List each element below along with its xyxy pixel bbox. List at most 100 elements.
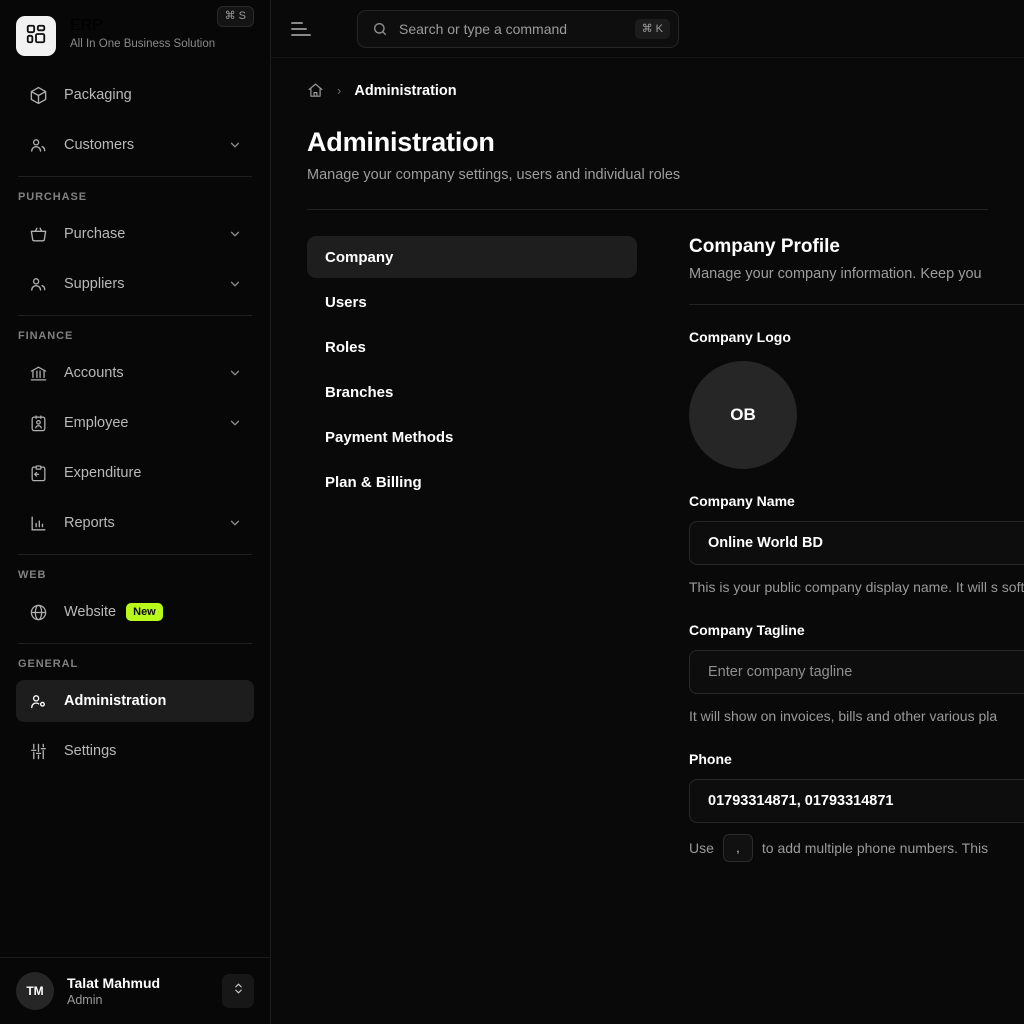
content-area: Company Users Roles Branches Payment Met… [271,210,1024,862]
sidebar-item-label: Suppliers [64,276,125,292]
grid-blocks-icon [25,23,47,50]
sidebar-item-accounts[interactable]: Accounts [16,352,254,394]
tab-branches[interactable]: Branches [307,371,637,413]
new-badge: New [126,603,163,621]
company-tagline-input[interactable] [708,664,1024,680]
panel-subtitle: Manage your company information. Keep yo… [689,266,982,282]
globe-icon [28,602,48,622]
sidebar-item-label: Packaging [64,87,132,103]
user-gear-icon [28,691,48,711]
company-profile-panel: Company Profile Manage your company info… [637,236,1024,862]
search-input[interactable] [399,20,635,37]
breadcrumb: › Administration [271,58,1024,99]
tab-plan-billing[interactable]: Plan & Billing [307,461,637,503]
sidebar-item-expenditure[interactable]: Expenditure [16,452,254,494]
phone-helper-prefix: Use [689,840,714,856]
users-icon [28,274,48,294]
phone-input[interactable] [708,793,1024,809]
brand-text: ERP All In One Business Solution [70,16,215,52]
chevron-down-icon [228,416,242,430]
sidebar-item-label: Accounts [64,365,124,381]
sidebar-item-label: Customers [64,137,135,153]
basket-icon [28,224,48,244]
sidebar-item-label: Employee [64,415,129,431]
sidebar-section-general-label: GENERAL [18,658,79,670]
employee-badge-icon [28,413,48,433]
topbar: ⌘ K [271,0,1024,58]
search-icon [372,21,388,37]
brand-title: ERP [70,17,103,34]
chevron-down-icon [228,138,242,152]
comma-key-badge: , [722,834,753,862]
sidebar-item-customers[interactable]: Customers [16,124,254,166]
app-logo [16,16,56,56]
user-role: Admin [67,992,103,1007]
phone-helper-suffix: to add multiple phone numbers. This [761,840,989,856]
sidebar-item-reports[interactable]: Reports [16,502,254,544]
company-logo-avatar[interactable]: OB [689,361,797,469]
sliders-icon [28,741,48,761]
brand-header: ERP All In One Business Solution ⌘ S [0,0,270,56]
sidebar-item-suppliers[interactable]: Suppliers [16,263,254,305]
company-name-helper: This is your public company display name… [689,579,1024,595]
company-tagline-input-wrap[interactable] [689,650,1024,694]
sidebar-section-purchase-label: PURCHASE [18,191,87,203]
sidebar-section-finance-label: FINANCE [18,330,74,342]
breadcrumb-current: Administration [354,82,457,99]
field-label: Company Tagline [689,622,805,638]
sidebar-item-label: Settings [64,743,117,759]
sidebar-item-label: Administration [64,693,167,709]
sidebar-divider [18,643,252,644]
settings-tab-list: Company Users Roles Branches Payment Met… [307,236,637,862]
sidebar-item-settings[interactable]: Settings [16,730,254,772]
brand-subtitle: All In One Business Solution [70,38,216,50]
phone-input-wrap[interactable] [689,779,1024,823]
panel-title: Company Profile [689,236,840,257]
sidebar-item-label: Reports [64,515,115,531]
main-area: ⌘ K › Administration Administration Mana… [271,0,1024,1024]
tab-company[interactable]: Company [307,236,637,278]
field-label: Company Logo [689,329,791,345]
field-label: Phone [689,751,732,767]
field-label: Company Name [689,493,795,509]
user-profile[interactable]: TM Talat Mahmud Admin [0,957,270,1024]
page-title: Administration [307,127,495,157]
sidebar-item-label: Purchase [64,226,126,242]
user-switcher-button[interactable] [222,974,254,1008]
chevron-down-icon [228,227,242,241]
sidebar-divider [18,176,252,177]
clipboard-arrow-icon [28,463,48,483]
chevrons-up-down-icon [232,982,245,1000]
sidebar-section-web-label: WEB [18,569,47,581]
bar-chart-icon [28,513,48,533]
field-company-name: Company Name This is your public company… [689,469,1024,598]
app-root: ERP All In One Business Solution ⌘ S .br… [0,0,1024,1024]
search-bar[interactable]: ⌘ K [357,9,679,48]
tab-payment-methods[interactable]: Payment Methods [307,416,637,458]
sidebar-divider [18,315,252,316]
user-name: Talat Mahmud [67,974,161,991]
sidebar-item-administration[interactable]: Administration [16,680,254,722]
bank-icon [28,363,48,383]
field-company-logo: Company Logo OB [689,305,1024,469]
sidebar-item-website[interactable]: Website New [16,591,254,633]
sidebar-item-purchase[interactable]: Purchase [16,213,254,255]
company-name-input[interactable] [708,535,1024,551]
tab-roles[interactable]: Roles [307,326,637,368]
home-icon[interactable] [307,82,324,99]
tab-users[interactable]: Users [307,281,637,323]
breadcrumb-separator: › [337,83,342,98]
avatar: TM [16,972,54,1010]
phone-helper: Use , to add multiple phone numbers. Thi… [689,834,1024,862]
user-meta: Talat Mahmud Admin [67,974,222,1009]
save-shortcut-badge[interactable]: ⌘ S [216,6,254,27]
package-icon [28,85,48,105]
sidebar-item-packaging[interactable]: Packaging [16,74,254,116]
company-name-input-wrap[interactable] [689,521,1024,565]
sidebar-item-employee[interactable]: Employee [16,402,254,444]
sidebar-collapse-icon[interactable] [291,16,317,42]
company-tagline-helper: It will show on invoices, bills and othe… [689,708,998,724]
field-company-tagline: Company Tagline It will show on invoices… [689,598,1024,727]
page-subtitle: Manage your company settings, users and … [307,167,681,183]
chevron-down-icon [228,277,242,291]
